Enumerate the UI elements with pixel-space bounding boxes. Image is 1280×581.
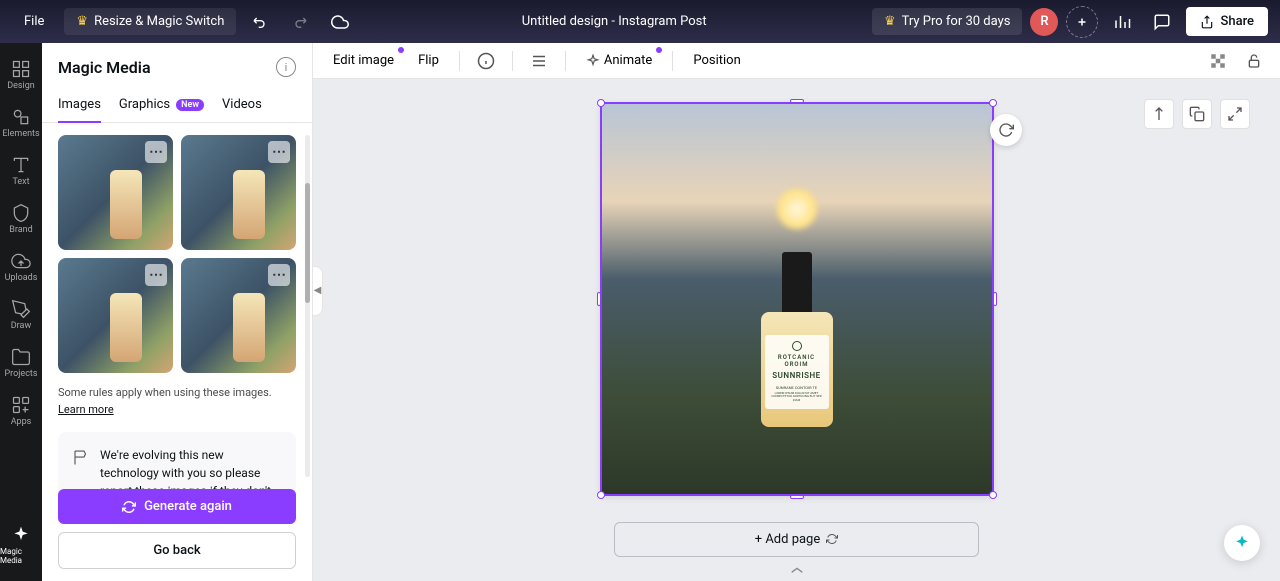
sidebar-item-apps[interactable]: Apps bbox=[0, 387, 42, 435]
notification-dot bbox=[398, 47, 404, 53]
go-back-button[interactable]: Go back bbox=[58, 532, 296, 569]
tab-videos[interactable]: Videos bbox=[222, 87, 262, 122]
crown-icon: ♛ bbox=[884, 14, 896, 29]
panel-title: Magic Media bbox=[58, 58, 151, 77]
flag-icon bbox=[72, 448, 90, 466]
resize-handle-ml[interactable] bbox=[597, 292, 601, 306]
fullscreen-button[interactable] bbox=[1220, 99, 1250, 129]
add-collaborator-button[interactable] bbox=[1066, 6, 1098, 38]
align-button[interactable] bbox=[525, 47, 553, 75]
generated-image-2[interactable]: ⋯ bbox=[181, 135, 296, 250]
canvas-toolbar: Edit image Flip Animate Position bbox=[313, 43, 1280, 79]
position-button[interactable]: Position bbox=[685, 49, 748, 72]
info-icon-button[interactable] bbox=[472, 47, 500, 75]
panel-tabs: Images Graphics New Videos bbox=[42, 87, 312, 123]
report-images-link[interactable]: report these images bbox=[100, 484, 207, 489]
sidebar-item-magic-media[interactable]: Magic Media bbox=[0, 517, 42, 573]
lock-button[interactable] bbox=[1240, 47, 1268, 75]
duplicate-page-button[interactable] bbox=[1182, 99, 1212, 129]
sidebar-item-uploads[interactable]: Uploads bbox=[0, 243, 42, 291]
sidebar-item-draw[interactable]: Draw bbox=[0, 291, 42, 339]
notification-dot bbox=[656, 47, 662, 53]
resize-handle-mr[interactable] bbox=[993, 292, 997, 306]
avatar[interactable]: R bbox=[1030, 8, 1058, 36]
crown-icon: ♛ bbox=[76, 14, 88, 29]
design-title-input[interactable] bbox=[514, 14, 714, 29]
canvas-area[interactable]: ROTCANIC OROIM SUNNRISHE SUNRANE CONTOIR… bbox=[313, 79, 1280, 581]
try-pro-button[interactable]: ♛ Try Pro for 30 days bbox=[872, 8, 1023, 35]
resize-handle-br[interactable] bbox=[989, 491, 997, 499]
cloud-sync-icon[interactable] bbox=[324, 6, 356, 38]
assistant-fab[interactable] bbox=[1224, 525, 1260, 561]
generated-image-1[interactable]: ⋯ bbox=[58, 135, 173, 250]
page-up-button[interactable] bbox=[1144, 99, 1174, 129]
design-frame[interactable]: ROTCANIC OROIM SUNNRISHE SUNRANE CONTOIR… bbox=[602, 104, 992, 494]
page-expand-handle[interactable] bbox=[789, 560, 805, 579]
sync-icon bbox=[826, 533, 838, 545]
file-menu[interactable]: File bbox=[12, 8, 56, 35]
animate-button[interactable]: Animate bbox=[578, 49, 660, 72]
analytics-button[interactable] bbox=[1106, 6, 1138, 38]
rules-text: Some rules apply when using these images… bbox=[58, 385, 296, 418]
resize-handle-tl[interactable] bbox=[597, 99, 605, 107]
more-icon[interactable]: ⋯ bbox=[145, 141, 167, 163]
resize-handle-mt[interactable] bbox=[790, 99, 804, 103]
generated-image-3[interactable]: ⋯ bbox=[58, 258, 173, 373]
undo-button[interactable] bbox=[244, 6, 276, 38]
generate-again-button[interactable]: Generate again bbox=[58, 489, 296, 524]
left-sidebar: Design Elements Text Brand Uploads Draw … bbox=[0, 43, 42, 581]
design-canvas-content[interactable]: ROTCANIC OROIM SUNNRISHE SUNRANE CONTOIR… bbox=[602, 104, 992, 494]
sun-graphic bbox=[777, 189, 817, 229]
top-toolbar: File ♛ Resize & Magic Switch ♛ Try Pro f… bbox=[0, 0, 1280, 43]
transparency-button[interactable] bbox=[1204, 47, 1232, 75]
refresh-button[interactable] bbox=[990, 114, 1022, 146]
magic-media-panel: Magic Media i Images Graphics New Videos… bbox=[42, 43, 313, 581]
redo-button[interactable] bbox=[284, 6, 316, 38]
sidebar-item-elements[interactable]: Elements bbox=[0, 99, 42, 147]
edit-image-button[interactable]: Edit image bbox=[325, 49, 402, 72]
bottle-graphic: ROTCANIC OROIM SUNNRISHE SUNRANE CONTOIR… bbox=[761, 252, 833, 427]
sparkle-icon bbox=[586, 54, 600, 68]
new-badge: New bbox=[176, 99, 204, 111]
tab-images[interactable]: Images bbox=[58, 87, 101, 122]
flip-button[interactable]: Flip bbox=[410, 49, 447, 72]
resize-handle-tr[interactable] bbox=[989, 99, 997, 107]
learn-more-link[interactable]: Learn more bbox=[58, 403, 114, 416]
comment-button[interactable] bbox=[1146, 6, 1178, 38]
more-icon[interactable]: ⋯ bbox=[268, 264, 290, 286]
sidebar-item-design[interactable]: Design bbox=[0, 51, 42, 99]
tab-graphics[interactable]: Graphics New bbox=[119, 87, 204, 122]
share-button[interactable]: Share bbox=[1186, 7, 1268, 36]
scrollbar-thumb[interactable] bbox=[305, 183, 310, 303]
resize-magic-switch-button[interactable]: ♛ Resize & Magic Switch bbox=[64, 8, 236, 35]
feedback-info-box: We're evolving this new technology with … bbox=[58, 432, 296, 489]
sidebar-item-text[interactable]: Text bbox=[0, 147, 42, 195]
more-icon[interactable]: ⋯ bbox=[268, 141, 290, 163]
add-page-button[interactable]: + Add page bbox=[614, 522, 980, 557]
sidebar-item-brand[interactable]: Brand bbox=[0, 195, 42, 243]
resize-handle-bl[interactable] bbox=[597, 491, 605, 499]
more-icon[interactable]: ⋯ bbox=[145, 264, 167, 286]
page-controls bbox=[1144, 99, 1250, 129]
info-button[interactable]: i bbox=[276, 57, 296, 77]
resize-handle-mb[interactable] bbox=[790, 495, 804, 499]
generated-image-4[interactable]: ⋯ bbox=[181, 258, 296, 373]
sidebar-item-projects[interactable]: Projects bbox=[0, 339, 42, 387]
